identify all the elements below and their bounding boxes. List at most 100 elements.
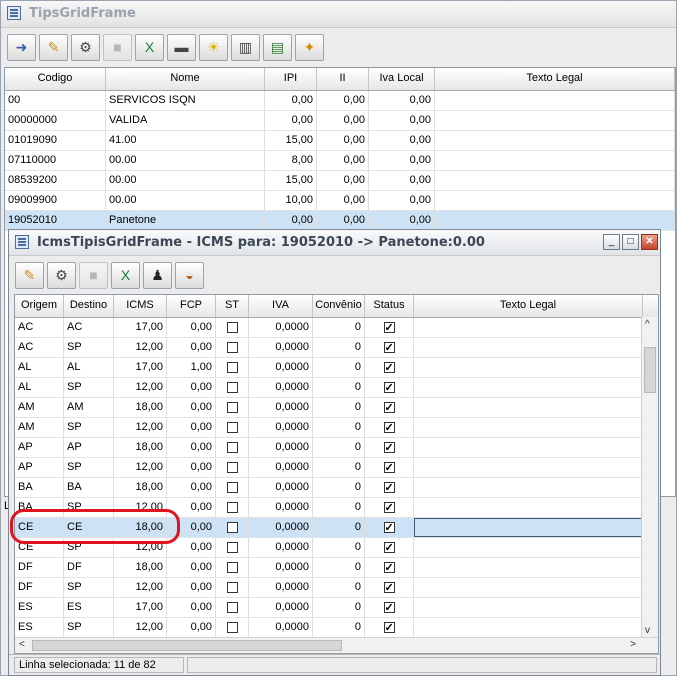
excel-export-button[interactable]: X [135,33,164,61]
st-checkbox[interactable] [226,481,238,493]
excel-export-icon: X [120,267,131,283]
table-row[interactable]: ES ES 17,00 0,00 0,0000 0 [15,598,658,618]
status-checkbox[interactable] [383,579,395,597]
scroll-down-icon[interactable]: v [645,625,650,636]
close-button[interactable]: ✕ [641,234,658,250]
status-checkbox[interactable] [383,539,395,557]
st-checkbox[interactable] [226,541,238,553]
status-checkbox[interactable] [383,359,395,377]
maximize-button[interactable]: □ [622,234,639,250]
status-checkbox[interactable] [383,599,395,617]
table-row[interactable]: AP AP 18,00 0,00 0,0000 0 [15,438,658,458]
table-row[interactable]: DF SP 12,00 0,00 0,0000 0 [15,578,658,598]
scroll-right-icon[interactable]: > [630,639,636,650]
st-checkbox[interactable] [226,441,238,453]
status-checkbox[interactable] [383,619,395,637]
st-checkbox[interactable] [226,401,238,413]
cell-origem: BA [15,478,64,497]
delete-button[interactable]: ⚙ [71,33,100,61]
edit-button[interactable]: ✎ [39,33,68,61]
column-header[interactable]: Iva Local [369,68,435,90]
column-header[interactable]: Destino [64,295,114,317]
st-checkbox[interactable] [226,581,238,593]
status-checkbox[interactable] [383,519,395,537]
table-row[interactable]: AP SP 12,00 0,00 0,0000 0 [15,458,658,478]
table-row[interactable]: AL AL 17,00 1,00 0,0000 0 [15,358,658,378]
document-button[interactable]: ▤ [263,33,292,61]
st-checkbox[interactable] [226,521,238,533]
table-row[interactable]: 09009900 00.00 10,00 0,00 0,00 [5,191,675,211]
edit-button[interactable]: ✎ [15,261,44,289]
st-checkbox[interactable] [226,421,238,433]
inner-titlebar[interactable]: IcmsTipisGridFrame - ICMS para: 19052010… [9,230,660,256]
status-checkbox[interactable] [383,439,395,457]
st-checkbox[interactable] [226,341,238,353]
st-checkbox[interactable] [226,381,238,393]
st-checkbox[interactable] [226,461,238,473]
status-checkbox[interactable] [383,339,395,357]
column-header[interactable]: IPI [265,68,317,90]
cell-st [216,358,249,377]
st-checkbox[interactable] [226,321,238,333]
barcode-button[interactable]: ▥ [231,33,260,61]
linux-button[interactable]: ♟ [143,261,172,289]
table-row[interactable]: 00000000 VALIDA 0,00 0,00 0,00 [5,111,675,131]
table-row[interactable]: AM SP 12,00 0,00 0,0000 0 [15,418,658,438]
settings-button[interactable]: ✦ [295,33,324,61]
column-header[interactable]: Convênio [313,295,365,317]
column-header[interactable]: ICMS [114,295,167,317]
status-checkbox[interactable] [383,479,395,497]
status-checkbox[interactable] [383,419,395,437]
delete-button[interactable]: ⚙ [47,261,76,289]
horizontal-scrollbar[interactable]: < > [15,637,658,653]
save-button[interactable]: ■ [79,261,108,289]
minus-button[interactable]: ▬ [167,33,196,61]
lightbulb-button[interactable]: ☀ [199,33,228,61]
scroll-up-icon[interactable]: ^ [645,319,650,330]
st-checkbox[interactable] [226,361,238,373]
table-row[interactable]: 01019090 41.00 15,00 0,00 0,00 [5,131,675,151]
new-record-button[interactable]: ➜ [7,33,36,61]
column-header[interactable]: Nome [106,68,265,90]
burger-button[interactable]: ◒ [175,261,204,289]
outer-titlebar[interactable]: TipsGridFrame [1,1,676,28]
scroll-left-icon[interactable]: < [19,639,25,650]
table-row[interactable]: AC AC 17,00 0,00 0,0000 0 [15,318,658,338]
cell-texto-legal [414,538,643,557]
status-checkbox[interactable] [383,399,395,417]
status-checkbox[interactable] [383,499,395,517]
status-checkbox[interactable] [383,559,395,577]
column-header[interactable]: Origem [15,295,64,317]
st-checkbox[interactable] [226,561,238,573]
column-header[interactable]: Texto Legal [435,68,675,90]
status-checkbox[interactable] [383,459,395,477]
save-button[interactable]: ■ [103,33,132,61]
table-row[interactable]: BA BA 18,00 0,00 0,0000 0 [15,478,658,498]
table-row[interactable]: AC SP 12,00 0,00 0,0000 0 [15,338,658,358]
column-header[interactable]: II [317,68,369,90]
st-checkbox[interactable] [226,601,238,613]
excel-export-button[interactable]: X [111,261,140,289]
table-row[interactable]: DF DF 18,00 0,00 0,0000 0 [15,558,658,578]
vertical-scrollbar[interactable]: ^ v [641,317,658,638]
column-header[interactable]: Texto Legal [414,295,643,317]
status-checkbox[interactable] [383,379,395,397]
table-row[interactable]: 00 SERVICOS ISQN 0,00 0,00 0,00 [5,91,675,111]
column-header[interactable]: Codigo [5,68,106,90]
table-row[interactable]: 07110000 00.00 8,00 0,00 0,00 [5,151,675,171]
column-header[interactable]: FCP [167,295,216,317]
table-row[interactable]: 19052010 Panetone 0,00 0,00 0,00 [5,211,675,231]
column-header[interactable]: IVA [249,295,313,317]
st-checkbox[interactable] [226,501,238,513]
st-checkbox[interactable] [226,621,238,633]
vertical-scroll-thumb[interactable] [644,347,656,393]
table-row[interactable]: AM AM 18,00 0,00 0,0000 0 [15,398,658,418]
column-header[interactable]: ST [216,295,249,317]
minimize-button[interactable]: _ [603,234,620,250]
status-checkbox[interactable] [383,319,395,337]
table-row[interactable]: 08539200 00.00 15,00 0,00 0,00 [5,171,675,191]
table-row[interactable]: ES SP 12,00 0,00 0,0000 0 [15,618,658,638]
column-header[interactable]: Status [365,295,414,317]
horizontal-scroll-thumb[interactable] [32,640,342,651]
table-row[interactable]: AL SP 12,00 0,00 0,0000 0 [15,378,658,398]
